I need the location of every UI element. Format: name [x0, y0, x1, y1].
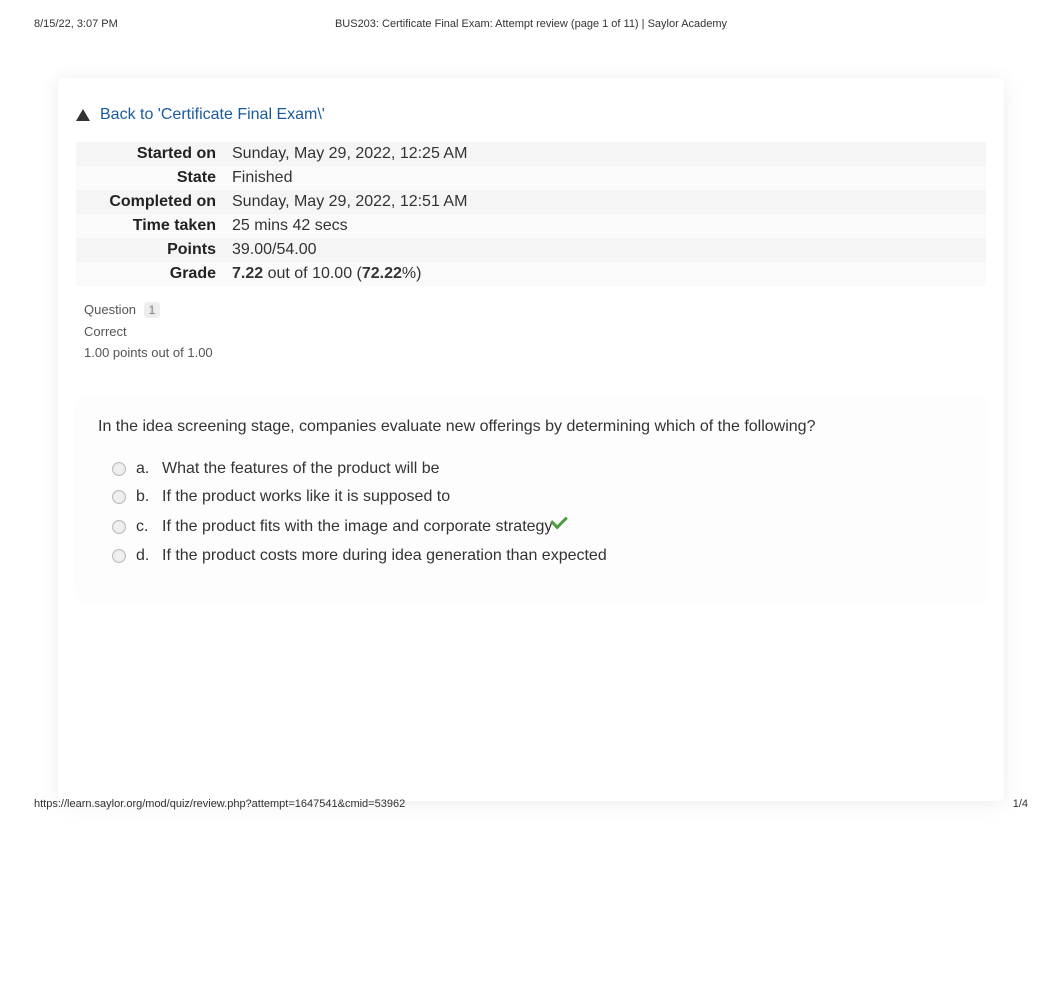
back-link-text: Back to 'Certificate Final Exam\'	[100, 106, 325, 124]
summary-row-grade: Grade 7.22 out of 10.00 (72.22%)	[76, 262, 986, 286]
question-body: In the idea screening stage, companies e…	[78, 400, 984, 599]
summary-label: State	[76, 166, 224, 190]
answer-letter: b.	[136, 488, 148, 506]
answer-letter: c.	[136, 518, 148, 536]
summary-row-time: Time taken 25 mins 42 secs	[76, 214, 986, 238]
main-content-card: Back to 'Certificate Final Exam\' Starte…	[58, 78, 1004, 801]
summary-label: Time taken	[76, 214, 224, 238]
print-timestamp: 8/15/22, 3:07 PM	[34, 18, 118, 30]
question-number-line: Question 1	[84, 302, 978, 318]
footer-url: https://learn.saylor.org/mod/quiz/review…	[34, 798, 405, 810]
footer-page-number: 1/4	[1013, 798, 1028, 810]
arrow-up-icon	[76, 109, 90, 121]
radio-icon	[112, 462, 126, 476]
question-label: Question	[84, 302, 136, 317]
summary-label: Points	[76, 238, 224, 262]
answer-text: If the product costs more during idea ge…	[162, 547, 607, 565]
answer-letter: a.	[136, 460, 148, 478]
question-status: Correct	[84, 324, 978, 339]
summary-label: Started on	[76, 142, 224, 166]
question-text: In the idea screening stage, companies e…	[98, 418, 964, 436]
grade-outof-pre: out of 10.00 (	[263, 265, 362, 282]
summary-value-grade: 7.22 out of 10.00 (72.22%)	[224, 262, 986, 286]
question-meta: Question 1 Correct 1.00 points out of 1.…	[76, 296, 986, 370]
summary-value: Finished	[224, 166, 986, 190]
back-link[interactable]: Back to 'Certificate Final Exam\'	[76, 106, 325, 124]
summary-value: 39.00/54.00	[224, 238, 986, 262]
answer-option-b[interactable]: b. If the product works like it is suppo…	[112, 488, 964, 506]
answer-text: If the product fits with the image and c…	[162, 518, 552, 536]
radio-icon	[112, 520, 126, 534]
radio-icon	[112, 549, 126, 563]
answer-list: a. What the features of the product will…	[98, 460, 964, 565]
summary-label: Completed on	[76, 190, 224, 214]
summary-value: Sunday, May 29, 2022, 12:51 AM	[224, 190, 986, 214]
answer-text: What the features of the product will be	[162, 460, 439, 478]
question-points: 1.00 points out of 1.00	[84, 345, 978, 360]
print-page-title: BUS203: Certificate Final Exam: Attempt …	[335, 18, 727, 30]
answer-text: If the product works like it is supposed…	[162, 488, 450, 506]
summary-label: Grade	[76, 262, 224, 286]
grade-score: 7.22	[232, 265, 263, 282]
grade-outof-post: %)	[402, 265, 422, 282]
summary-row-completed: Completed on Sunday, May 29, 2022, 12:51…	[76, 190, 986, 214]
summary-value: Sunday, May 29, 2022, 12:25 AM	[224, 142, 986, 166]
answer-option-a[interactable]: a. What the features of the product will…	[112, 460, 964, 478]
answer-option-c[interactable]: c. If the product fits with the image an…	[112, 516, 964, 537]
grade-percent: 72.22	[362, 265, 402, 282]
question-number: 1	[144, 302, 161, 318]
radio-icon	[112, 490, 126, 504]
answer-letter: d.	[136, 547, 148, 565]
check-icon	[554, 512, 564, 533]
summary-row-points: Points 39.00/54.00	[76, 238, 986, 262]
summary-row-started: Started on Sunday, May 29, 2022, 12:25 A…	[76, 142, 986, 166]
summary-row-state: State Finished	[76, 166, 986, 190]
attempt-summary-table: Started on Sunday, May 29, 2022, 12:25 A…	[76, 142, 986, 286]
answer-option-d[interactable]: d. If the product costs more during idea…	[112, 547, 964, 565]
summary-value: 25 mins 42 secs	[224, 214, 986, 238]
